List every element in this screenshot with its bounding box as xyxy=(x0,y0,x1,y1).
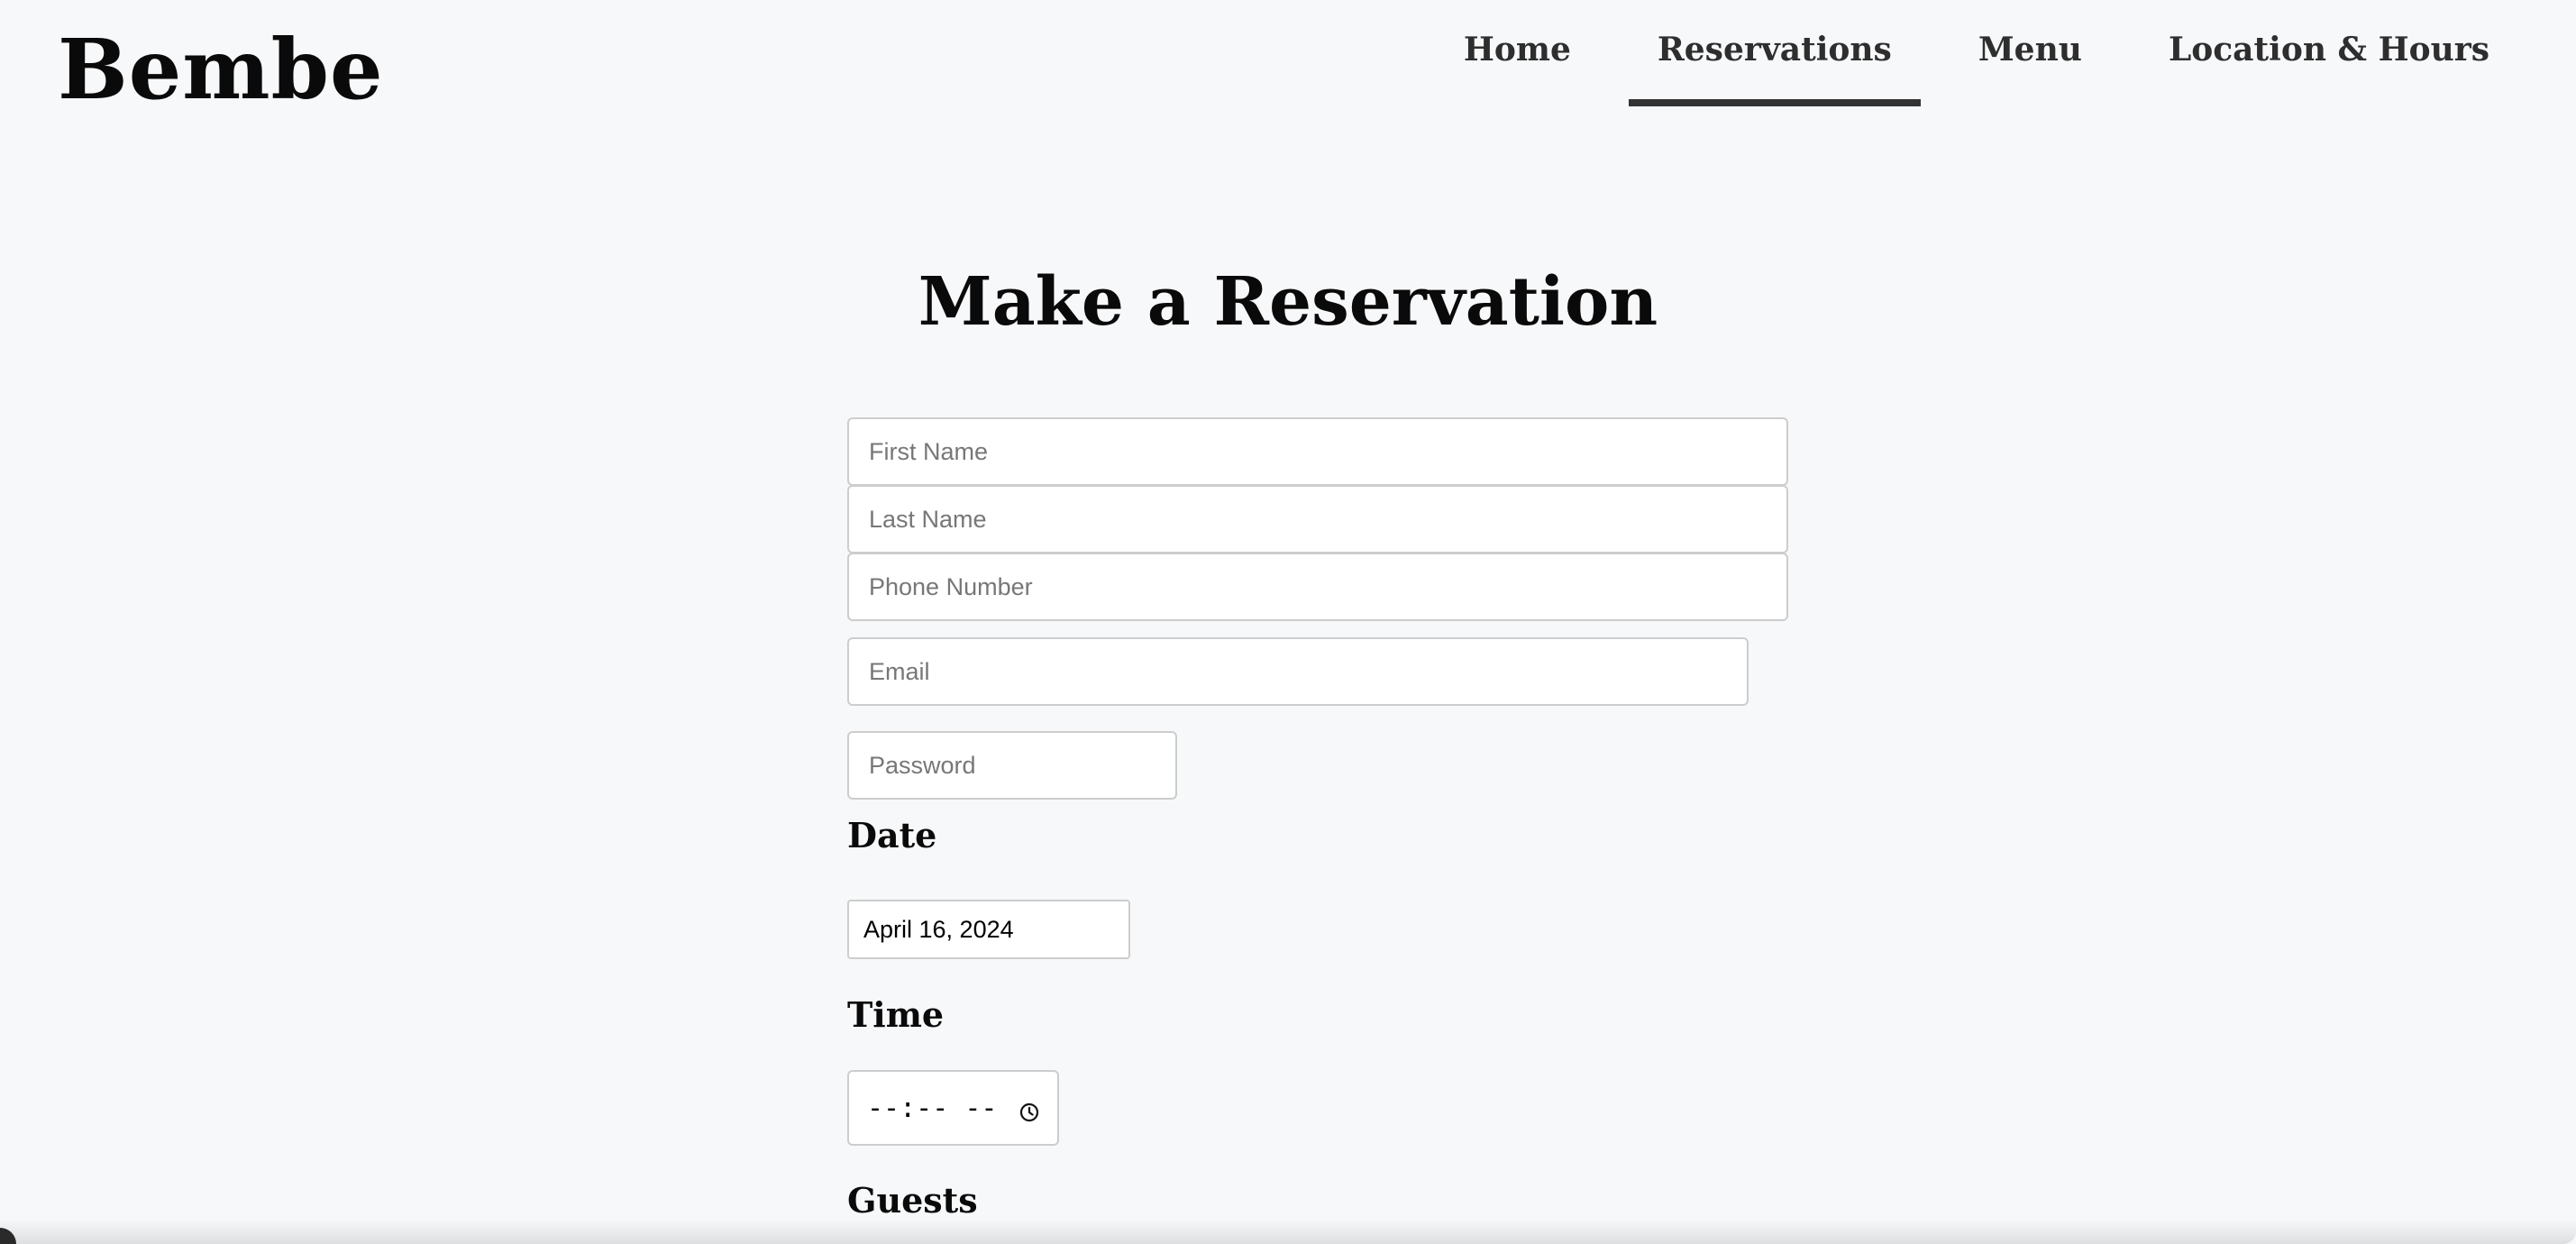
date-input[interactable]: April 16, 2024 xyxy=(847,900,1130,959)
phone-input[interactable] xyxy=(847,553,1788,621)
last-name-input[interactable] xyxy=(847,485,1788,553)
brand-logo[interactable]: Bembe xyxy=(58,20,384,119)
guests-label: Guests xyxy=(847,1180,978,1221)
first-name-input[interactable] xyxy=(847,417,1788,486)
main-nav: Home Reservations Menu Location & Hours xyxy=(1406,0,2518,110)
nav-menu[interactable]: Menu xyxy=(1950,0,2111,110)
clock-icon[interactable] xyxy=(1019,1098,1039,1122)
time-value: --:-- -- xyxy=(867,1092,998,1124)
date-value: April 16, 2024 xyxy=(863,915,1014,943)
nav-home[interactable]: Home xyxy=(1435,0,1600,110)
date-label: Date xyxy=(847,815,937,855)
nav-location-hours[interactable]: Location & Hours xyxy=(2140,0,2518,110)
window-bottom-shadow xyxy=(0,1219,2576,1244)
email-input[interactable] xyxy=(847,637,1749,706)
time-input[interactable]: --:-- -- xyxy=(847,1070,1059,1146)
time-label: Time xyxy=(847,994,945,1035)
password-input[interactable] xyxy=(847,731,1177,800)
nav-reservations[interactable]: Reservations xyxy=(1628,0,1921,110)
page-title: Make a Reservation xyxy=(918,263,1658,341)
page: Bembe Home Reservations Menu Location & … xyxy=(0,0,2576,1244)
